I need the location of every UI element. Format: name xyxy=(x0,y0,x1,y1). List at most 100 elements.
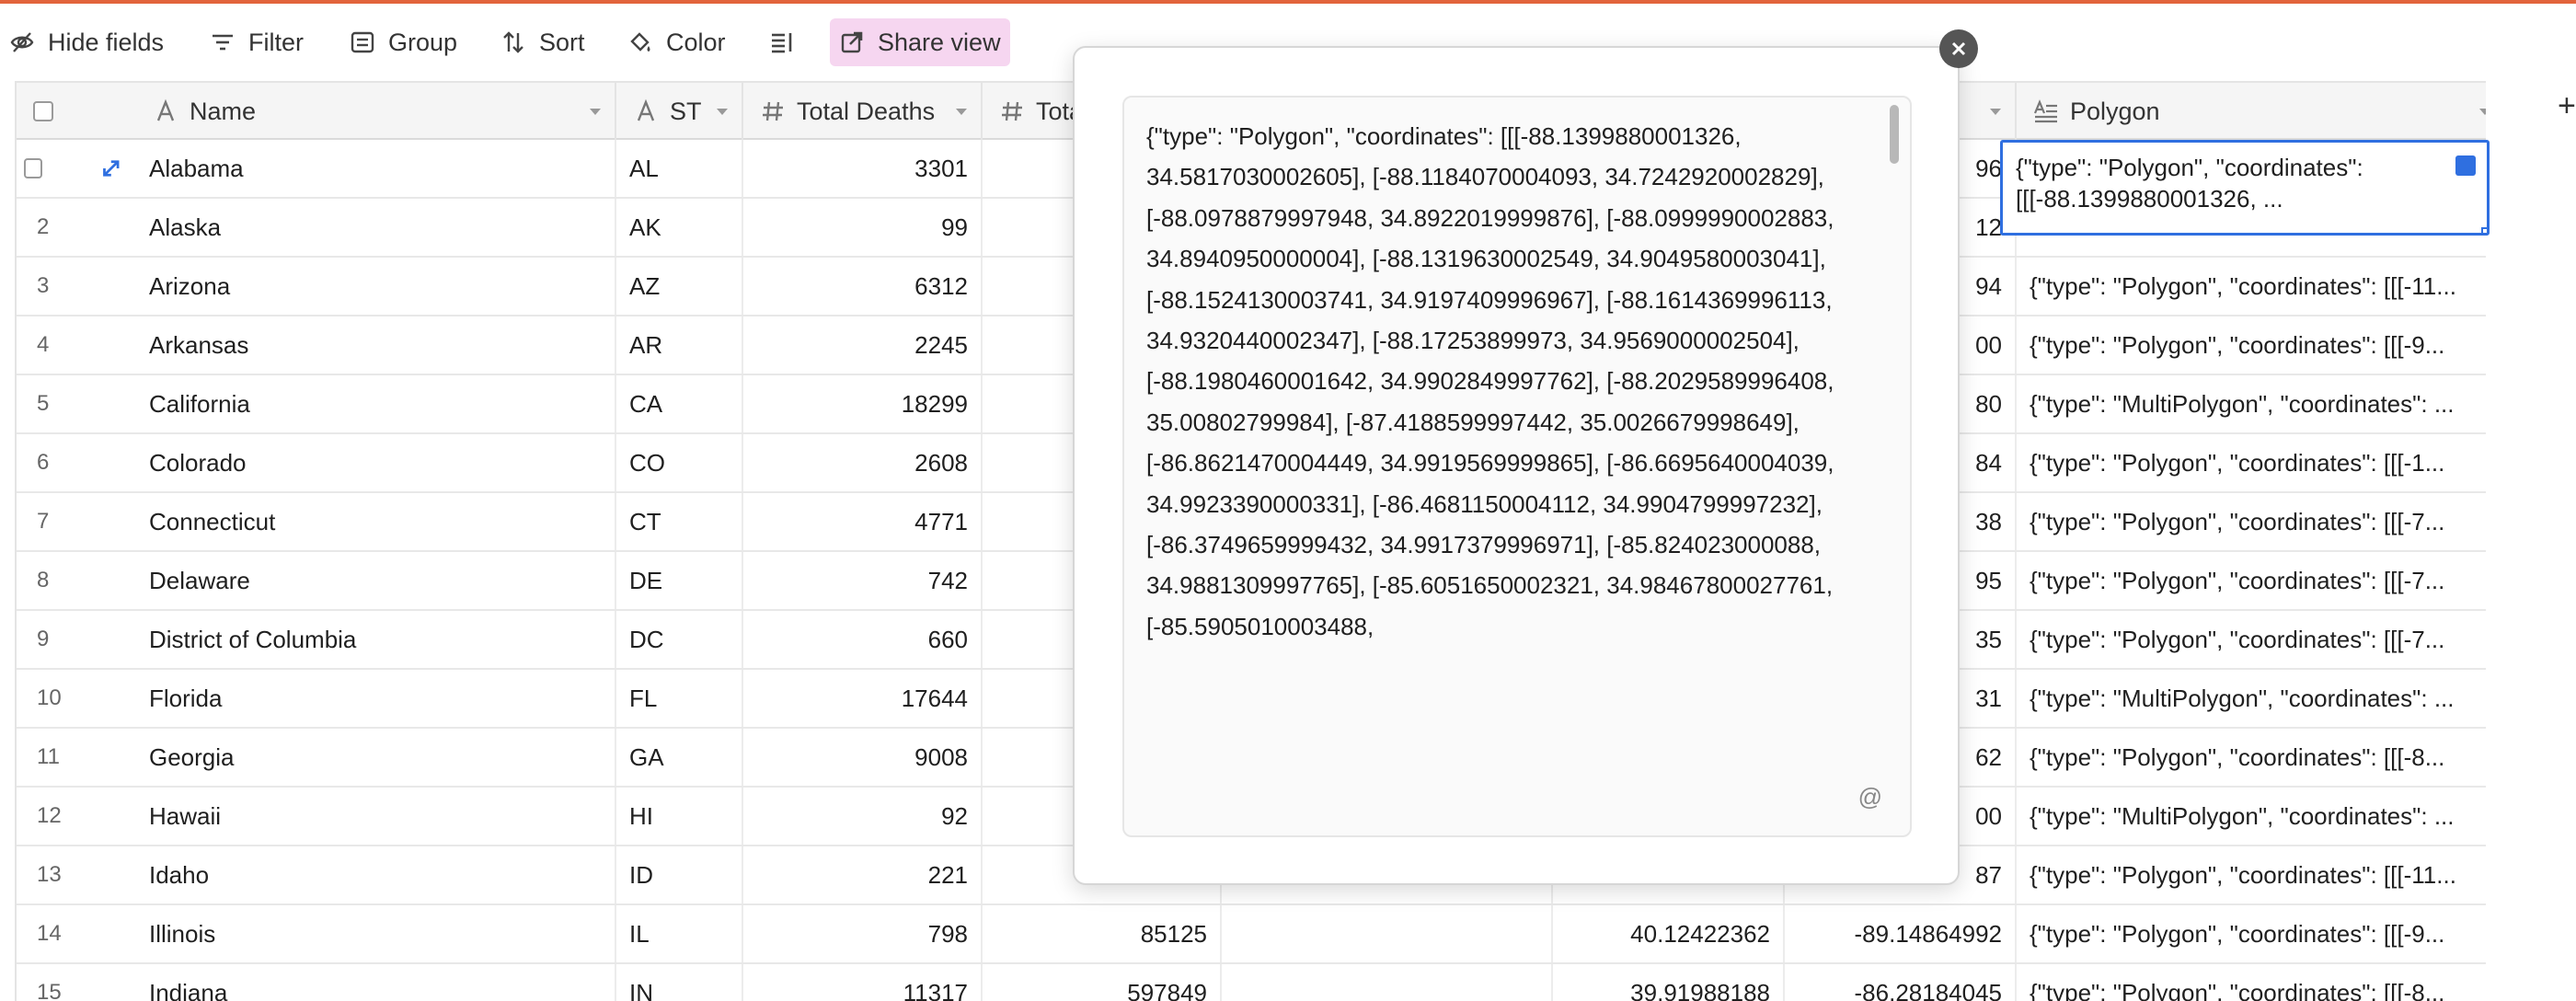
cell-name[interactable]: Florida xyxy=(136,670,616,727)
header-name[interactable]: Name xyxy=(136,83,616,140)
cell-lat[interactable]: 40.12422362 xyxy=(1553,905,1785,962)
long-text-expanded-editor: {"type": "Polygon", "coordinates": [[[-8… xyxy=(1073,46,1960,885)
cell-st[interactable]: CT xyxy=(616,493,743,550)
cell-polygon[interactable]: {"type": "MultiPolygon", "coordinates": … xyxy=(2017,375,2486,432)
header-total-deaths[interactable]: Total Deaths xyxy=(743,83,983,140)
cell-st[interactable]: DC xyxy=(616,611,743,668)
cell-st[interactable]: DE xyxy=(616,552,743,609)
cell-total-deaths[interactable]: 3301 xyxy=(743,140,983,197)
long-text-textarea[interactable]: {"type": "Polygon", "coordinates": [[[-8… xyxy=(1122,96,1912,837)
group-button[interactable]: Group xyxy=(340,18,466,66)
cell-polygon[interactable]: {"type": "Polygon", "coordinates": [[[-7… xyxy=(2017,611,2486,668)
filter-button[interactable]: Filter xyxy=(201,18,313,66)
cell-name[interactable]: Indiana xyxy=(136,964,616,1001)
cell-lon[interactable]: -89.14864992 xyxy=(1785,905,2017,962)
cell-name[interactable]: Alaska xyxy=(136,199,616,256)
cell-lat[interactable]: 39.91988188 xyxy=(1553,964,1785,1001)
cell-total[interactable]: 85125 xyxy=(983,905,1222,962)
share-view-button[interactable]: Share view xyxy=(830,18,1010,66)
row-checkbox[interactable] xyxy=(24,158,43,178)
cell-st[interactable]: AR xyxy=(616,316,743,374)
header-st[interactable]: ST xyxy=(616,83,743,140)
cell-polygon[interactable]: {"type": "Polygon", "coordinates": [[[-7… xyxy=(2017,552,2486,609)
cell-st[interactable]: AK xyxy=(616,199,743,256)
cell-total-deaths[interactable]: 660 xyxy=(743,611,983,668)
cell-st[interactable]: CA xyxy=(616,375,743,432)
cell-name[interactable]: Idaho xyxy=(136,846,616,903)
scrollbar-thumb[interactable] xyxy=(1890,105,1899,164)
cell-name[interactable]: Alabama xyxy=(136,140,616,197)
mention-icon[interactable]: @ xyxy=(1858,783,1882,811)
cell-name[interactable]: Arkansas xyxy=(136,316,616,374)
cell-total-deaths[interactable]: 6312 xyxy=(743,258,983,315)
row-height-button[interactable] xyxy=(760,18,804,66)
chevron-down-icon[interactable] xyxy=(716,105,729,118)
chevron-down-icon[interactable] xyxy=(1989,105,2002,118)
cell-polygon[interactable]: {"type": "Polygon", "coordinates": [[[-8… xyxy=(2017,729,2486,786)
cell-total-deaths[interactable]: 798 xyxy=(743,905,983,962)
cell-name[interactable]: District of Columbia xyxy=(136,611,616,668)
select-all-checkbox[interactable] xyxy=(33,101,53,121)
chevron-down-icon[interactable] xyxy=(955,105,968,118)
header-select-all[interactable] xyxy=(17,83,155,140)
cell-polygon[interactable]: {"type": "MultiPolygon", "coordinates": … xyxy=(2017,670,2486,727)
close-editor-button[interactable] xyxy=(1939,29,1978,68)
cell-polygon[interactable]: {"type": "Polygon", "coordinates": [[[-9… xyxy=(2017,316,2486,374)
active-polygon-cell[interactable]: {"type": "Polygon", "coordinates": [[[-8… xyxy=(2000,140,2490,236)
cell-polygon[interactable]: {"type": "Polygon", "coordinates": [[[-8… xyxy=(2017,964,2486,1001)
cell-polygon[interactable]: {"type": "Polygon", "coordinates": [[[-9… xyxy=(2017,905,2486,962)
cell-total[interactable]: 597849 xyxy=(983,964,1222,1001)
long-text-content[interactable]: {"type": "Polygon", "coordinates": [[[-8… xyxy=(1146,116,1864,647)
cell-name[interactable]: Georgia xyxy=(136,729,616,786)
cell-st[interactable]: ID xyxy=(616,846,743,903)
cell-total-deaths[interactable]: 17644 xyxy=(743,670,983,727)
color-button[interactable]: Color xyxy=(618,18,735,66)
cell-total-deaths[interactable]: 18299 xyxy=(743,375,983,432)
cell-total-deaths[interactable]: 11317 xyxy=(743,964,983,1001)
cell-name[interactable]: Delaware xyxy=(136,552,616,609)
cell-lon[interactable]: -86.28184045 xyxy=(1785,964,2017,1001)
chevron-down-icon[interactable] xyxy=(589,105,602,118)
cell-st[interactable]: GA xyxy=(616,729,743,786)
fill-handle[interactable] xyxy=(2481,227,2487,233)
cell-st[interactable]: IN xyxy=(616,964,743,1001)
cell-st[interactable]: AL xyxy=(616,140,743,197)
cell-total-deaths[interactable]: 221 xyxy=(743,846,983,903)
header-polygon[interactable]: Polygon xyxy=(2017,83,2486,140)
expand-record-icon[interactable] xyxy=(99,155,123,181)
cell-polygon[interactable]: {"type": "Polygon", "coordinates": [[[-1… xyxy=(2017,258,2486,315)
cell-total-deaths[interactable]: 4771 xyxy=(743,493,983,550)
cell-total-deaths[interactable]: 9008 xyxy=(743,729,983,786)
cell-name[interactable]: Arizona xyxy=(136,258,616,315)
cell-name[interactable]: California xyxy=(136,375,616,432)
cell-polygon[interactable]: {"type": "Polygon", "coordinates": [[[-7… xyxy=(2017,493,2486,550)
cell-total-deaths[interactable]: 742 xyxy=(743,552,983,609)
cell-total-deaths[interactable]: 2245 xyxy=(743,316,983,374)
cell-total-deaths[interactable]: 2608 xyxy=(743,434,983,491)
add-field-button[interactable]: + xyxy=(2558,88,2576,124)
cell-total-deaths[interactable]: 99 xyxy=(743,199,983,256)
cell-hidden[interactable] xyxy=(1222,905,1553,962)
row-height-icon xyxy=(772,33,792,53)
cell-polygon[interactable]: {"type": "Polygon", "coordinates": [[[-1… xyxy=(2017,434,2486,491)
chevron-down-icon[interactable] xyxy=(2478,105,2486,118)
table-row[interactable]: 14 Illinois IL 798 85125 40.12422362 -89.14864… xyxy=(17,905,2486,964)
table-row[interactable]: 15 Indiana IN 11317 597849 39.91988188 -86.281… xyxy=(17,964,2486,1001)
cell-name[interactable]: Hawaii xyxy=(136,788,616,845)
cell-polygon[interactable]: {"type": "Polygon", "coordinates": [[[-1… xyxy=(2017,846,2486,903)
paint-bucket-icon xyxy=(630,32,650,52)
cell-name[interactable]: Connecticut xyxy=(136,493,616,550)
cell-st[interactable]: FL xyxy=(616,670,743,727)
cell-st[interactable]: HI xyxy=(616,788,743,845)
cell-st[interactable]: IL xyxy=(616,905,743,962)
cell-hidden[interactable] xyxy=(1222,964,1553,1001)
hide-fields-button[interactable]: Hide fields xyxy=(0,18,173,66)
cell-name[interactable]: Illinois xyxy=(136,905,616,962)
cell-total-deaths[interactable]: 92 xyxy=(743,788,983,845)
cell-st[interactable]: CO xyxy=(616,434,743,491)
cell-name[interactable]: Colorado xyxy=(136,434,616,491)
sort-button[interactable]: Sort xyxy=(491,18,594,66)
cell-st[interactable]: AZ xyxy=(616,258,743,315)
expand-cell-icon[interactable] xyxy=(2455,155,2476,176)
cell-polygon[interactable]: {"type": "MultiPolygon", "coordinates": … xyxy=(2017,788,2486,845)
